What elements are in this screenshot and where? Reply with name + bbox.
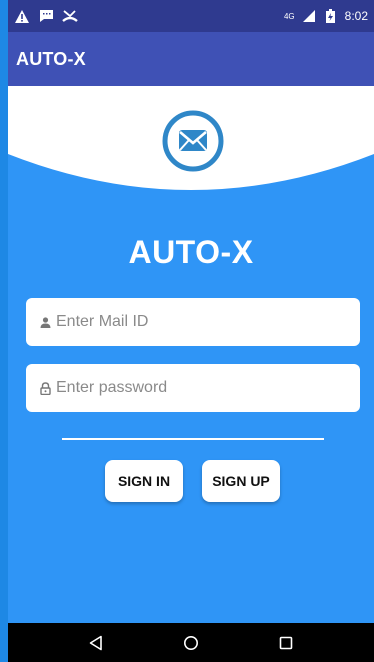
person-icon — [38, 315, 52, 329]
password-field[interactable] — [26, 364, 360, 412]
signal-icon — [301, 8, 317, 24]
app-title: AUTO-X — [16, 48, 86, 69]
mail-field[interactable] — [26, 298, 360, 346]
password-input[interactable] — [56, 379, 346, 397]
header-curve — [8, 86, 374, 196]
missed-call-icon — [62, 8, 78, 24]
network-type: 4G — [283, 11, 295, 21]
brand-title: AUTO-X — [128, 234, 254, 270]
sign-up-button[interactable]: SIGN UP — [202, 460, 280, 502]
mail-input[interactable] — [56, 313, 346, 331]
message-icon — [38, 8, 54, 24]
window-edge — [0, 0, 8, 662]
back-icon[interactable] — [84, 631, 108, 655]
home-icon[interactable] — [179, 631, 203, 655]
app-bar: AUTO-X — [8, 32, 374, 86]
status-system: 4G 8:02 — [284, 8, 368, 24]
sign-in-button[interactable]: SIGN IN — [105, 460, 183, 502]
recents-icon[interactable] — [274, 631, 298, 655]
lock-icon — [38, 381, 52, 395]
status-time: 8:02 — [344, 9, 368, 23]
warning-icon — [14, 8, 30, 24]
phone-screen: 4G 8:02 AUTO-X AUTO-X Enter Mail ID SIGN… — [8, 0, 374, 662]
status-bar: 4G 8:02 — [8, 0, 374, 32]
navigation-bar — [8, 623, 374, 662]
battery-icon — [323, 8, 339, 24]
mail-icon — [162, 110, 224, 172]
status-notifications — [14, 8, 78, 24]
form-divider — [62, 438, 324, 440]
